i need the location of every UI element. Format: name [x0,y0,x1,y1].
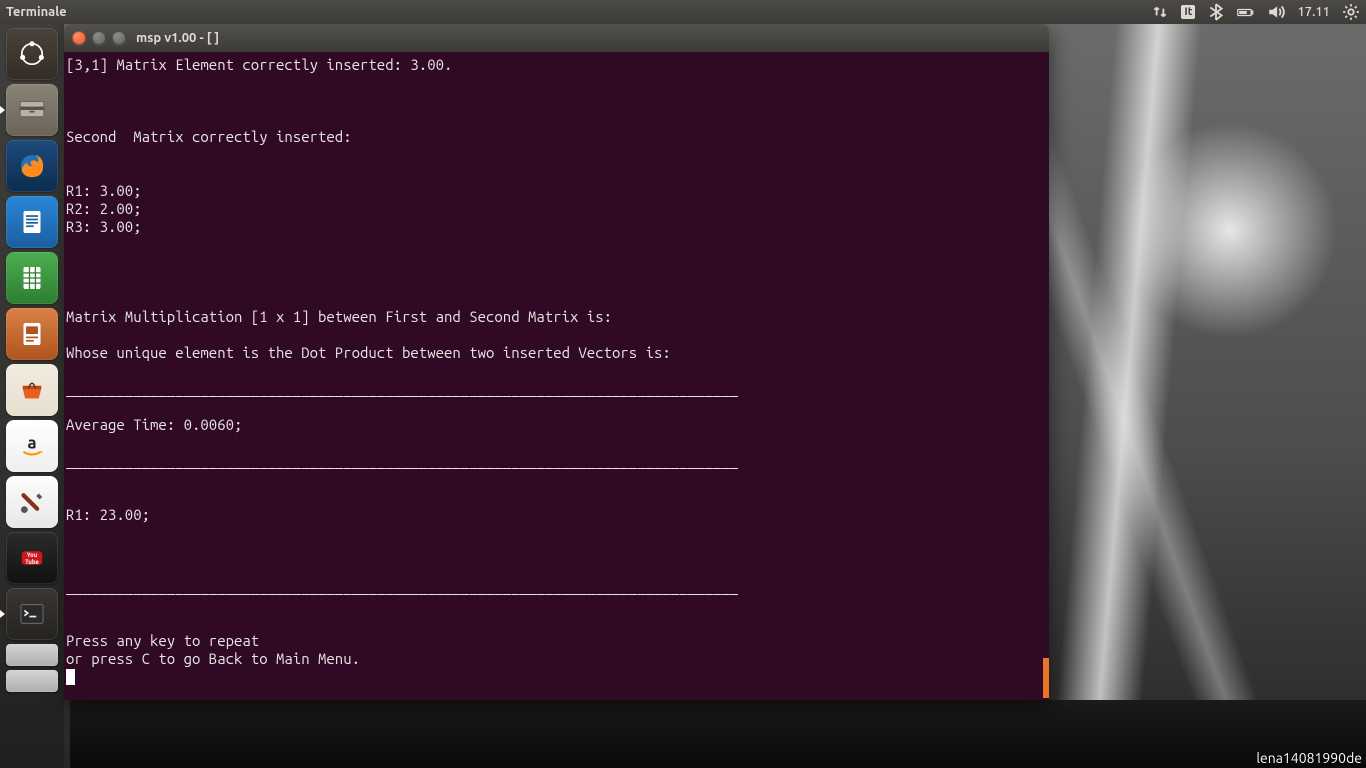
unity-launcher: a YouTube [0,24,64,768]
launcher-youtube[interactable]: YouTube [6,532,58,584]
volume-icon[interactable] [1267,3,1285,21]
terminal-cursor [66,669,75,685]
terminal-body[interactable]: [3,1] Matrix Element correctly inserted:… [64,52,1049,700]
window-titlebar[interactable]: msp v1.00 - [ ] [64,24,1049,52]
launcher-settings[interactable] [6,476,58,528]
session-gear-icon[interactable] [1342,3,1360,21]
svg-text:Tube: Tube [25,559,39,566]
window-maximize-button[interactable] [112,31,126,45]
wallpaper-credit: lena14081990de [1256,750,1362,766]
launcher-amazon[interactable]: a [6,420,58,472]
launcher-firefox[interactable] [6,140,58,192]
bluetooth-icon[interactable] [1207,3,1225,21]
active-app-name: Terminale [6,5,67,19]
svg-text:You: You [27,552,38,559]
running-pip-icon [0,610,5,618]
network-icon[interactable] [1151,3,1169,21]
launcher-dash[interactable] [6,28,58,80]
launcher-writer[interactable] [6,196,58,248]
running-pip-icon [0,106,5,114]
launcher-device-1[interactable] [6,644,58,666]
launcher-software-center[interactable] [6,364,58,416]
top-panel: Terminale It 17.11 [0,0,1366,24]
launcher-terminal[interactable] [6,588,58,640]
launcher-device-2[interactable] [6,670,58,692]
system-tray: It 17.11 [1151,3,1360,21]
terminal-window: msp v1.00 - [ ] [3,1] Matrix Element cor… [64,24,1049,700]
clock[interactable]: 17.11 [1297,5,1330,19]
window-close-button[interactable] [72,31,86,45]
window-title: msp v1.00 - [ ] [136,31,219,45]
keyboard-layout-indicator[interactable]: It [1181,5,1195,19]
terminal-output: [3,1] Matrix Element correctly inserted:… [66,56,738,667]
launcher-files[interactable] [6,84,58,136]
desktop-wallpaper-bottom [70,700,1366,768]
launcher-calc[interactable] [6,252,58,304]
battery-icon[interactable] [1237,3,1255,21]
launcher-impress[interactable] [6,308,58,360]
terminal-scrollbar[interactable] [1043,658,1049,698]
window-minimize-button[interactable] [92,31,106,45]
svg-text:a: a [27,434,36,453]
